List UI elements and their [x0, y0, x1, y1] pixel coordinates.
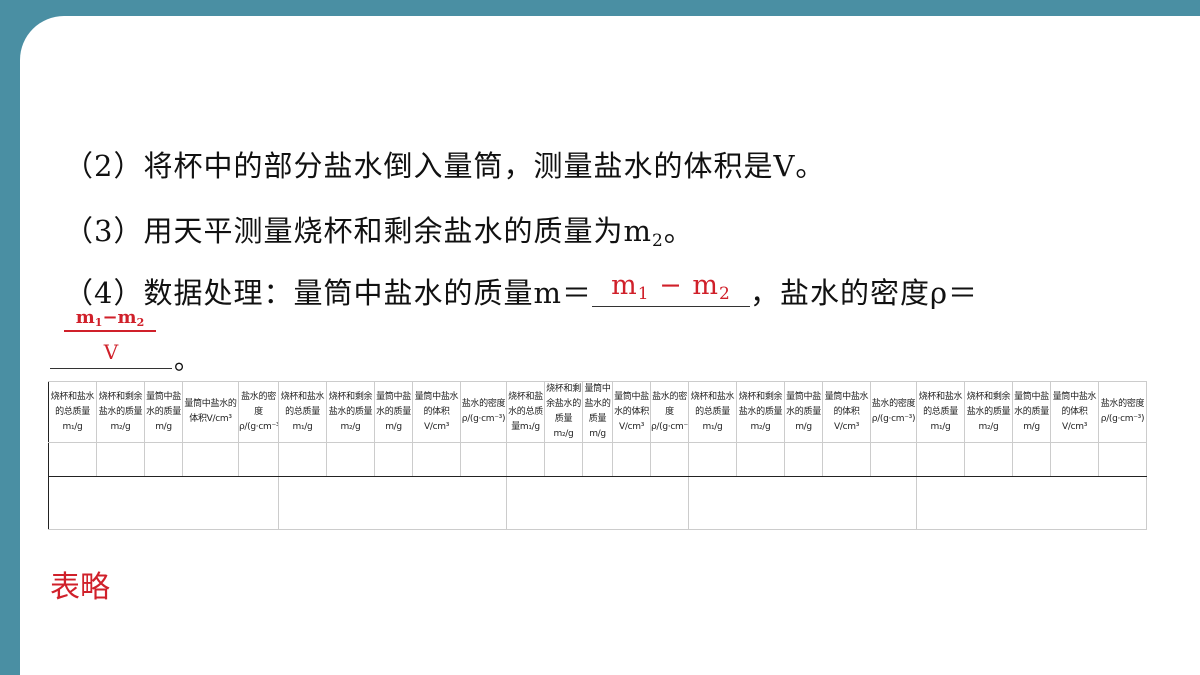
header-cell: 量筒中盐水的体积V/cm³: [822, 381, 871, 443]
step-4-end: 。: [174, 346, 201, 376]
header-cell: 量筒中盐水的质量m/g: [784, 381, 823, 443]
table-cell: [544, 442, 583, 477]
table-cell: [48, 442, 97, 477]
mass-answer: m1 − m2: [611, 270, 731, 304]
header-cell: 量筒中盐水的质量m/g: [582, 381, 613, 443]
step-3-prefix: （3）用天平测量烧杯和剩余盐水的质量为m: [64, 214, 652, 248]
table-omitted-note: 表略: [50, 570, 110, 605]
left-frame-bar: [0, 0, 20, 675]
step-4-mid: ，盐水的密度ρ＝: [749, 276, 979, 310]
header-cell: 量筒中盐水的体积V/cm³: [412, 381, 461, 443]
table-cell: [278, 476, 507, 530]
header-cell: 量筒中盐水的质量m/g: [1012, 381, 1051, 443]
step-2-text: （2）将杯中的部分盐水倒入量筒，测量盐水的体积是V。: [64, 149, 826, 183]
table-cell: [688, 476, 917, 530]
table-cell: [238, 442, 279, 477]
table-cell: [612, 442, 651, 477]
table-cell: [506, 442, 545, 477]
table-header-row: 烧杯和盐水的总质量m₁/g 烧杯和剩余盐水的质量m₂/g 量筒中盐水的质量m/g…: [48, 381, 1147, 443]
table-row: [48, 476, 1147, 530]
table-cell: [964, 442, 1013, 477]
table-cell: [1098, 442, 1147, 477]
step-3-subscript: 2: [651, 231, 664, 251]
header-cell: 盐水的密度ρ/(g·cm⁻³): [1098, 381, 1147, 443]
table-cell: [1012, 442, 1051, 477]
density-answer-numerator: m1−m2: [64, 307, 156, 332]
step-3-suffix: 。: [663, 214, 694, 248]
step-3-text: （3）用天平测量烧杯和剩余盐水的质量为m2。: [64, 208, 694, 251]
table-cell: [506, 476, 689, 530]
table-cell: [582, 442, 613, 477]
header-cell: 烧杯和盐水的总质量m₁/g: [506, 381, 545, 443]
table-cell: [870, 442, 917, 477]
density-answer-denominator: V: [103, 340, 119, 364]
step-4-prefix: （4）数据处理：量筒中盐水的质量m＝: [64, 276, 592, 310]
table-cell: [736, 442, 785, 477]
header-cell: 烧杯和剩余盐水的质量m₂/g: [544, 381, 583, 443]
header-cell: 量筒中盐水的质量m/g: [144, 381, 183, 443]
table-cell: [326, 442, 375, 477]
header-cell: 烧杯和盐水的总质量m₁/g: [688, 381, 737, 443]
table-cell: [374, 442, 413, 477]
table-cell: [144, 442, 183, 477]
header-cell: 盐水的密度ρ/(g·cm⁻³): [870, 381, 917, 443]
header-cell: 量筒中盐水的体积V/cm³: [1050, 381, 1099, 443]
header-cell: 量筒中盐水的体积V/cm³: [612, 381, 651, 443]
header-cell: 烧杯和剩余盐水的质量m₂/g: [736, 381, 785, 443]
table-cell: [916, 442, 965, 477]
header-cell: 烧杯和盐水的总质量m₁/g: [278, 381, 327, 443]
header-cell: 量筒中盐水的质量m/g: [374, 381, 413, 443]
table-cell: [650, 442, 689, 477]
header-cell: 烧杯和盐水的总质量m₁/g: [48, 381, 97, 443]
table-cell: [278, 442, 327, 477]
header-cell: 盐水的密度ρ/(g·cm⁻³): [460, 381, 507, 443]
header-cell: 烧杯和剩余盐水的质量m₂/g: [964, 381, 1013, 443]
table-cell: [822, 442, 871, 477]
header-cell: 盐水的密度ρ/(g·cm⁻³): [238, 381, 279, 443]
table-cell: [412, 442, 461, 477]
table-cell: [182, 442, 239, 477]
header-cell: 量筒中盐水的体积V/cm³: [182, 381, 239, 443]
table-cell: [688, 442, 737, 477]
table-cell: [916, 476, 1147, 530]
header-cell: 盐水的密度ρ/(g·cm⁻³): [650, 381, 689, 443]
table-cell: [460, 442, 507, 477]
header-cell: 烧杯和盐水的总质量m₁/g: [916, 381, 965, 443]
data-table: 烧杯和盐水的总质量m₁/g 烧杯和剩余盐水的质量m₂/g 量筒中盐水的质量m/g…: [48, 381, 1147, 530]
table-cell: [784, 442, 823, 477]
table-cell: [48, 476, 279, 530]
header-cell: 烧杯和剩余盐水的质量m₂/g: [326, 381, 375, 443]
table-row: [48, 442, 1147, 477]
header-cell: 烧杯和剩余盐水的质量m₂/g: [96, 381, 145, 443]
table-cell: [96, 442, 145, 477]
mass-answer-blank: m1 − m2: [591, 270, 750, 307]
step-4-text: （4）数据处理：量筒中盐水的质量m＝ m1 − m2 ，盐水的密度ρ＝: [64, 270, 978, 312]
table-cell: [1050, 442, 1099, 477]
top-frame-bar: [0, 0, 1200, 16]
